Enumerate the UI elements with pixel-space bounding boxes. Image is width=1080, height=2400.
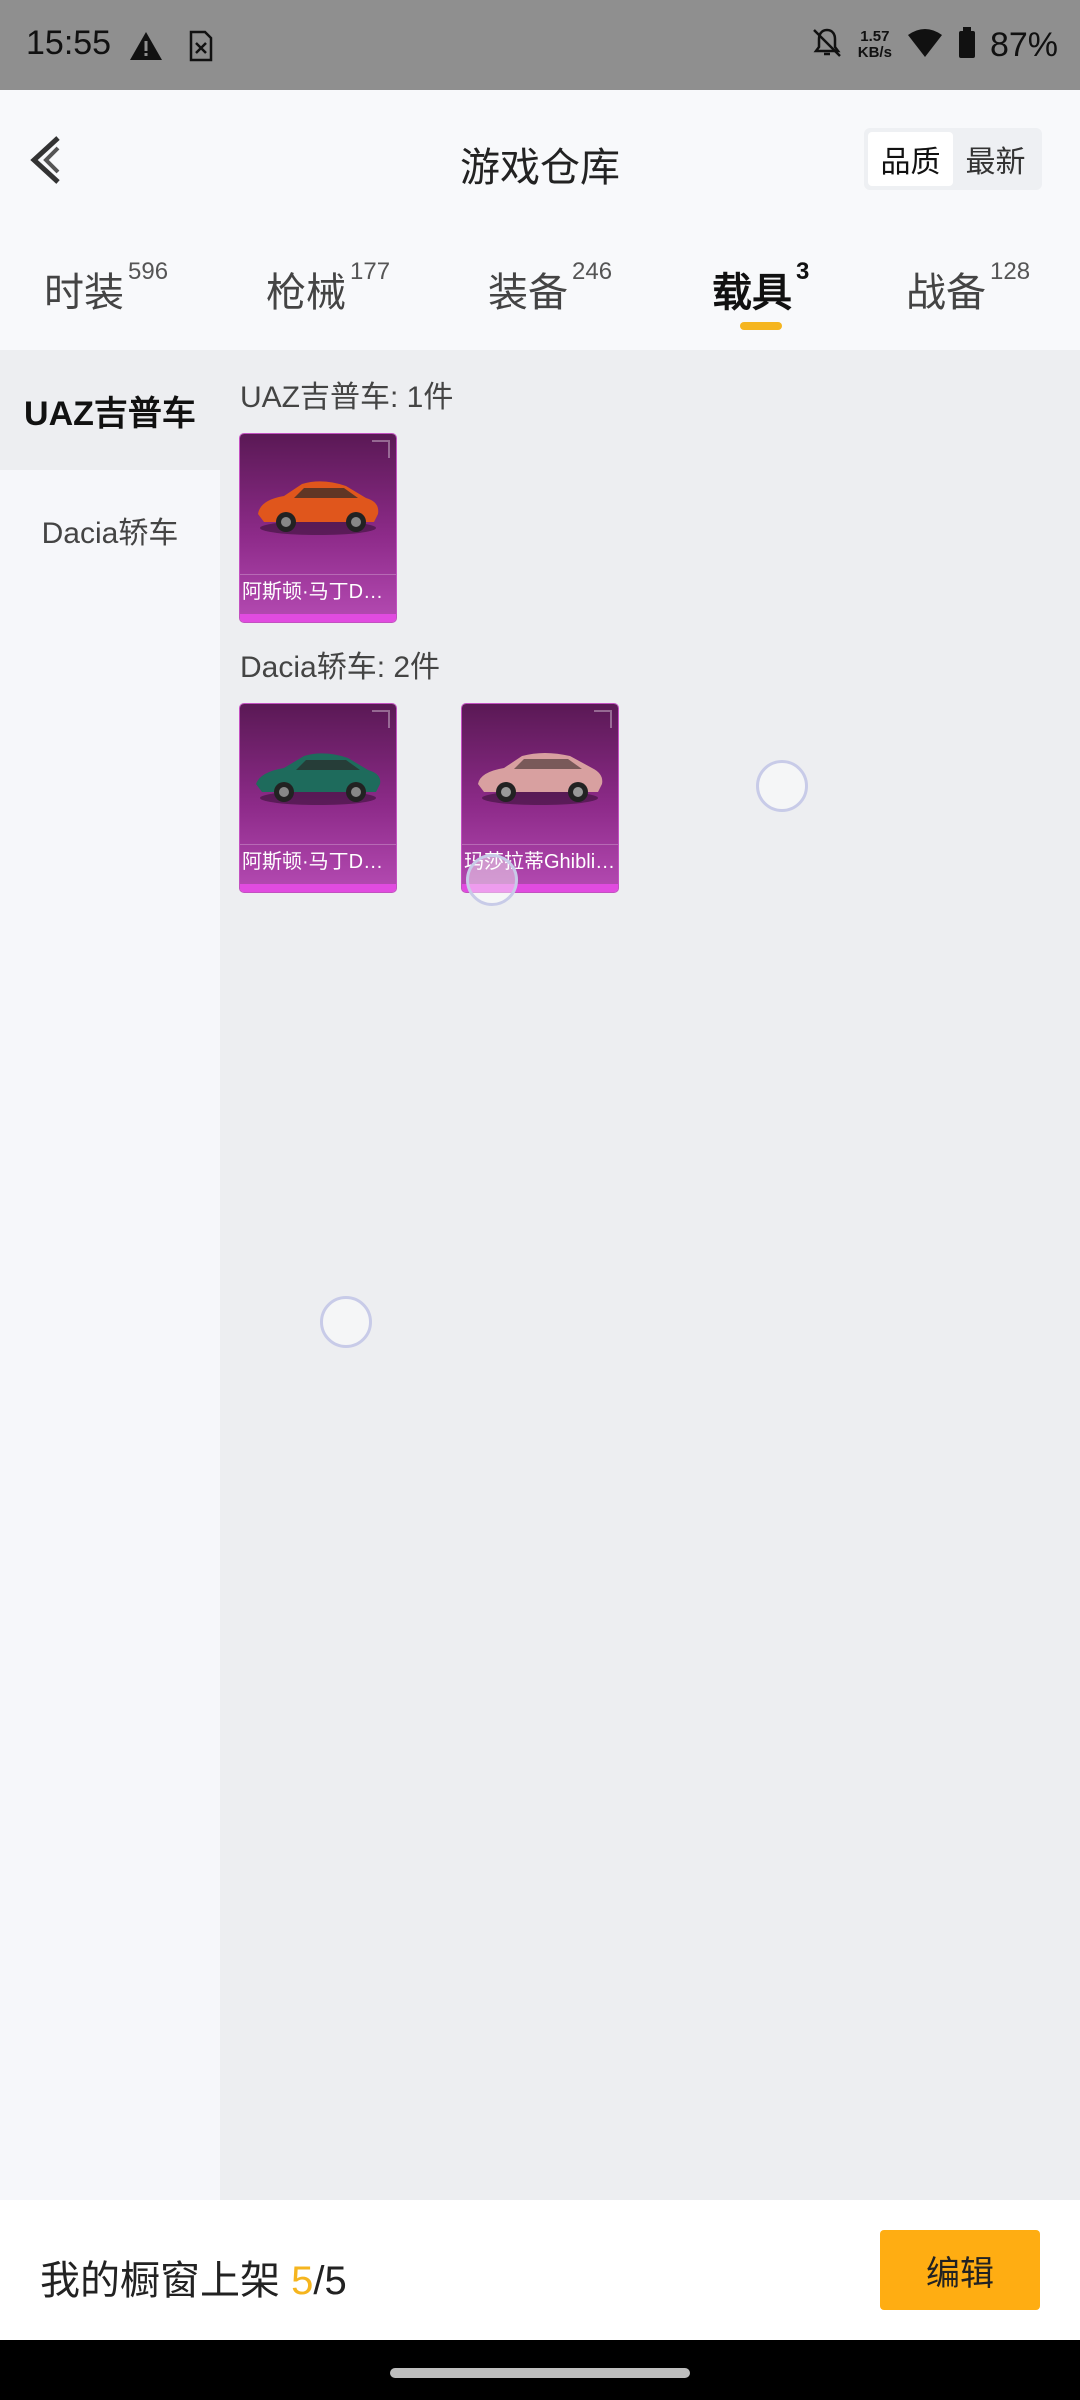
- bottom-bar: 我的橱窗上架 5/5 编辑: [0, 2200, 1080, 2340]
- tab-label: 载具: [712, 271, 792, 315]
- network-speed-unit: KB/s: [857, 44, 892, 61]
- header: 游戏仓库 品质 最新: [0, 90, 1080, 230]
- showcase-total: /5: [313, 2259, 347, 2303]
- tab-count: 596: [128, 258, 169, 285]
- section-title-dacia: Dacia轿车: 2件: [240, 651, 441, 684]
- active-tab-indicator: [740, 322, 782, 330]
- tab-label: 枪械: [266, 271, 346, 315]
- warning-icon: [128, 30, 164, 67]
- showcase-label: 我的橱窗上架: [40, 2259, 292, 2303]
- touch-indicator: [320, 1296, 372, 1348]
- card-corner-decoration: [372, 440, 390, 458]
- battery-percent: 87%: [989, 25, 1058, 64]
- tab-label: 装备: [488, 271, 568, 315]
- tab-count: 246: [572, 258, 613, 285]
- tab-count: 3: [796, 258, 810, 285]
- showcase-current-count: 5: [291, 2259, 314, 2303]
- tab-battle-supplies[interactable]: 战备 128: [906, 258, 1031, 318]
- vehicle-card[interactable]: 阿斯顿·马丁DB…: [240, 434, 396, 622]
- category-tabs: 时装 596 枪械 177 装备 246 载具 3 战备 128: [0, 230, 1080, 350]
- touch-indicator: [756, 760, 808, 812]
- tab-vehicles[interactable]: 载具 3: [712, 258, 810, 318]
- sort-quality-button[interactable]: 品质: [868, 132, 953, 186]
- showcase-status: 我的橱窗上架 5/5: [40, 2248, 347, 2306]
- rarity-strip: [240, 884, 396, 892]
- tab-label: 战备: [906, 271, 986, 315]
- status-right-group: 1.57 KB/s 87%: [810, 20, 1058, 70]
- home-indicator[interactable]: [390, 2368, 690, 2378]
- sim-error-icon: [188, 30, 214, 67]
- network-speed: 1.57 KB/s: [858, 29, 892, 61]
- wifi-icon: [906, 27, 944, 64]
- notifications-off-icon: [810, 26, 844, 65]
- sort-newest-button[interactable]: 最新: [953, 132, 1038, 186]
- card-corner-decoration: [594, 710, 612, 728]
- status-bar: 15:55 1.57 KB/s 87%: [0, 0, 1080, 90]
- tab-count: 128: [990, 258, 1031, 285]
- touch-indicator: [466, 854, 518, 906]
- car-image: [256, 753, 381, 805]
- card-label: 阿斯顿·马丁DB…: [240, 574, 396, 609]
- network-speed-value: 1.57: [860, 28, 890, 45]
- card-label: 阿斯顿·马丁DB…: [240, 844, 396, 879]
- section-title-uaz: UAZ吉普车: 1件: [240, 381, 454, 414]
- status-time: 15:55: [26, 24, 112, 62]
- sidebar-item-uaz[interactable]: UAZ吉普车: [0, 350, 220, 470]
- sidebar-item-dacia[interactable]: Dacia轿车: [0, 470, 220, 590]
- content-area: UAZ吉普车: 1件 阿斯顿·马丁DB… Dacia轿车: 2件 阿斯顿·马丁D…: [220, 350, 1080, 2200]
- tab-count: 177: [350, 258, 391, 285]
- car-image: [258, 481, 379, 535]
- battery-icon: [958, 26, 976, 64]
- sort-toggle: 品质 最新: [864, 128, 1042, 190]
- tab-guns[interactable]: 枪械 177: [266, 258, 391, 318]
- card-corner-decoration: [372, 710, 390, 728]
- sidebar: UAZ吉普车 Dacia轿车: [0, 350, 220, 2200]
- tab-label: 时装: [44, 271, 124, 315]
- tab-fashion[interactable]: 时装 596: [44, 258, 169, 318]
- edit-button[interactable]: 编辑: [880, 2230, 1040, 2310]
- vehicle-card[interactable]: 阿斯顿·马丁DB…: [240, 704, 396, 892]
- car-image: [478, 753, 603, 805]
- tab-equipment[interactable]: 装备 246: [488, 258, 613, 318]
- rarity-strip: [240, 614, 396, 622]
